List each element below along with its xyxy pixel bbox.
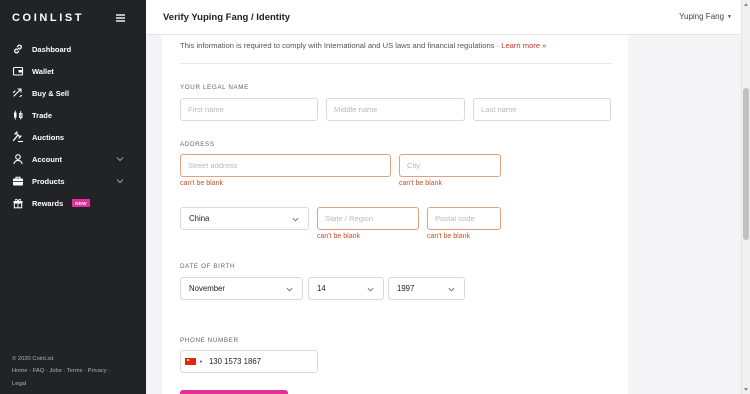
phone-value: 130 1573 1867 bbox=[208, 357, 262, 366]
first-name-field[interactable] bbox=[180, 98, 318, 121]
sidebar-item-label: Account bbox=[32, 154, 62, 164]
sidebar-item-label: Products bbox=[32, 176, 65, 186]
wallet-icon bbox=[12, 65, 24, 77]
caret-down-icon[interactable]: ▼ bbox=[199, 359, 203, 364]
scroll-down-icon[interactable] bbox=[744, 388, 748, 391]
identity-form-card: This information is required to comply w… bbox=[162, 35, 628, 394]
briefcase-icon bbox=[12, 175, 24, 187]
user-menu[interactable]: Yuping Fang ▼ bbox=[679, 12, 732, 21]
postal-error: can't be blank bbox=[427, 233, 470, 240]
chevron-down-icon bbox=[286, 287, 293, 292]
sidebar-footer: © 2020 CoinList Home · FAQ · Jobs · Term… bbox=[12, 353, 132, 391]
sidebar-item-products[interactable]: Products bbox=[0, 170, 146, 192]
page-scrollbar[interactable] bbox=[741, 0, 750, 394]
city-error: can't be blank bbox=[399, 180, 442, 187]
coinlist-logo[interactable]: COINLIST bbox=[12, 12, 84, 24]
learn-more-link[interactable]: Learn more » bbox=[501, 41, 546, 50]
country-select[interactable]: China bbox=[180, 207, 309, 230]
birth-month-value: November bbox=[189, 284, 225, 293]
street-address-field[interactable] bbox=[180, 154, 391, 177]
address-label: ADDRESS bbox=[180, 141, 215, 148]
menu-icon[interactable] bbox=[116, 14, 125, 22]
sidebar-item-label: Buy & Sell bbox=[32, 88, 70, 98]
sidebar-item-buy-sell[interactable]: Buy & Sell bbox=[0, 82, 146, 104]
phone-input[interactable]: ▼ 130 1573 1867 bbox=[180, 350, 318, 373]
scroll-thumb[interactable] bbox=[743, 88, 749, 240]
user-name: Yuping Fang bbox=[679, 12, 725, 21]
sidebar-item-dashboard[interactable]: Dashboard bbox=[0, 38, 146, 60]
footer-link-legal[interactable]: Legal bbox=[12, 381, 26, 387]
street-error: can't be blank bbox=[180, 180, 223, 187]
city-field[interactable] bbox=[399, 154, 501, 177]
sidebar-item-auctions[interactable]: Auctions bbox=[0, 126, 146, 148]
sidebar-item-label: Wallet bbox=[32, 66, 54, 76]
footer-link-home[interactable]: Home bbox=[12, 368, 27, 374]
sidebar-item-account[interactable]: Account bbox=[0, 148, 146, 170]
user-icon bbox=[12, 153, 24, 165]
sidebar-header: COINLIST bbox=[0, 0, 146, 36]
gift-icon bbox=[12, 197, 24, 209]
birth-month-select[interactable]: November bbox=[180, 277, 303, 300]
chevron-down-icon[interactable] bbox=[116, 155, 124, 163]
chevron-down-icon bbox=[292, 217, 299, 222]
sidebar-item-trade[interactable]: Trade bbox=[0, 104, 146, 126]
middle-name-field[interactable] bbox=[326, 98, 465, 121]
exchange-icon bbox=[12, 87, 24, 99]
postal-code-field[interactable] bbox=[427, 207, 501, 230]
footer-link-jobs[interactable]: Jobs bbox=[49, 368, 61, 374]
page-title: Verify Yuping Fang / Identity bbox=[163, 12, 291, 23]
sidebar-item-label: Trade bbox=[32, 110, 53, 120]
footer-link-faq[interactable]: FAQ bbox=[33, 368, 45, 374]
submit-button[interactable] bbox=[180, 390, 288, 394]
footer-links: Home · FAQ · Jobs · Terms · Privacy · Le… bbox=[12, 368, 111, 387]
sidebar-item-rewards[interactable]: Rewards NEW bbox=[0, 192, 146, 214]
sidebar: COINLIST Dashboard Wallet Buy & Sell Tra… bbox=[0, 0, 146, 394]
gavel-icon bbox=[12, 131, 24, 143]
link-icon bbox=[12, 43, 24, 55]
sidebar-item-label: Rewards bbox=[32, 198, 64, 208]
chevron-down-icon[interactable] bbox=[116, 177, 124, 185]
sidebar-nav: Dashboard Wallet Buy & Sell Trade Auctio… bbox=[0, 38, 146, 214]
dob-label: DATE OF BIRTH bbox=[180, 263, 236, 270]
sidebar-item-label: Auctions bbox=[32, 132, 65, 142]
sidebar-item-wallet[interactable]: Wallet bbox=[0, 60, 146, 82]
birth-day-select[interactable]: 14 bbox=[308, 277, 384, 300]
divider bbox=[180, 63, 612, 64]
new-badge: NEW bbox=[72, 199, 90, 207]
chevron-down-icon bbox=[367, 287, 374, 292]
chevron-down-icon bbox=[448, 287, 455, 292]
copyright-text: © 2020 CoinList bbox=[12, 355, 54, 362]
birth-day-value: 14 bbox=[317, 284, 326, 293]
sidebar-item-label: Dashboard bbox=[32, 44, 72, 54]
scroll-up-icon[interactable] bbox=[744, 3, 748, 6]
footer-link-privacy[interactable]: Privacy bbox=[88, 368, 107, 374]
last-name-field[interactable] bbox=[473, 98, 611, 121]
country-value: China bbox=[189, 214, 210, 223]
compliance-info: This information is required to comply w… bbox=[180, 41, 546, 50]
birth-year-select[interactable]: 1997 bbox=[388, 277, 465, 300]
birth-year-value: 1997 bbox=[397, 284, 415, 293]
region-error: can't be blank bbox=[317, 233, 360, 240]
caret-down-icon: ▼ bbox=[727, 13, 732, 20]
candlestick-icon bbox=[12, 109, 24, 121]
state-region-field[interactable] bbox=[317, 207, 419, 230]
top-header: Verify Yuping Fang / Identity Yuping Fan… bbox=[146, 0, 741, 35]
footer-link-terms[interactable]: Terms bbox=[67, 368, 83, 374]
info-text: This information is required to comply w… bbox=[180, 41, 502, 50]
phone-label: PHONE NUMBER bbox=[180, 337, 239, 344]
china-flag-icon[interactable] bbox=[185, 358, 196, 365]
legal-name-label: YOUR LEGAL NAME bbox=[180, 84, 249, 91]
